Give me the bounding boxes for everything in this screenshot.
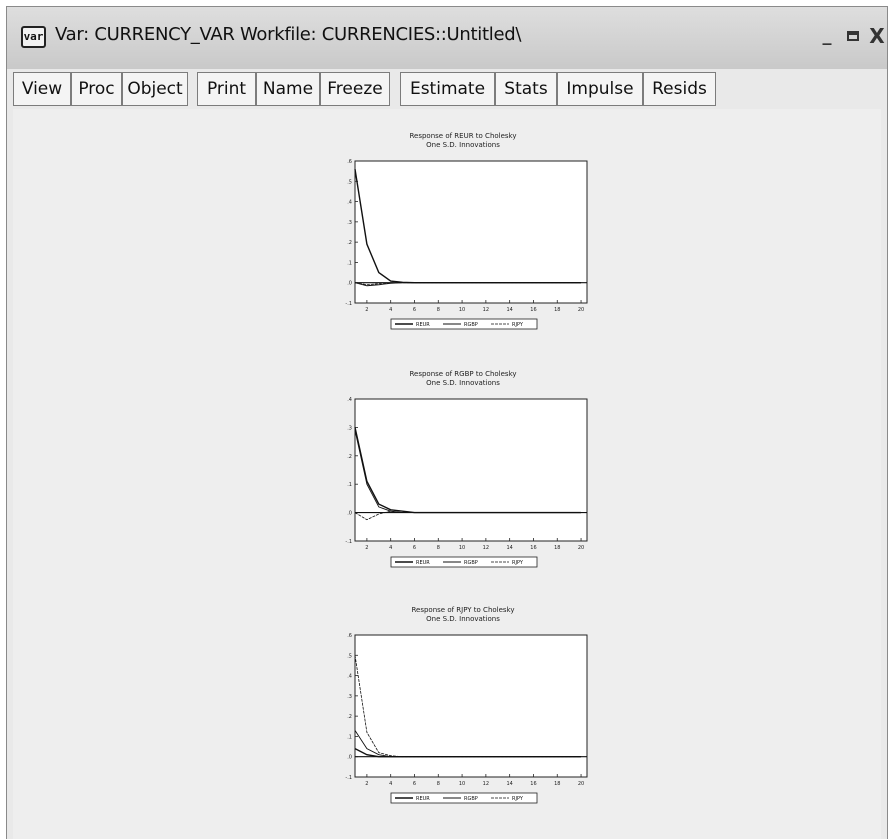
chart-svg: .6 .5 .4 .3 .2 .1 .0 -.1 2 4 6 8 10 12 14 16 18 20 REUR RGB… — [345, 159, 588, 330]
x-tick-label: 6 — [413, 545, 416, 551]
legend-label: RJPY — [512, 796, 524, 802]
legend-label: RJPY — [512, 322, 524, 328]
close-button[interactable]: X — [865, 24, 889, 48]
y-tick-label: .4 — [347, 200, 352, 206]
var-window: var Var: CURRENCY_VAR Workfile: CURRENCI… — [6, 6, 888, 839]
y-tick-label: .0 — [347, 281, 352, 287]
x-tick-label: 18 — [554, 545, 560, 551]
plot-frame — [354, 160, 588, 304]
y-tick-label: .1 — [347, 482, 352, 488]
title-bar[interactable]: var Var: CURRENCY_VAR Workfile: CURRENCI… — [7, 7, 887, 69]
chart-rjpy: Response of RJPY to Cholesky One S.D. In… — [313, 605, 613, 820]
maximize-icon — [847, 31, 859, 41]
y-tick-label: .4 — [347, 397, 352, 403]
y-tick-label: .3 — [347, 694, 352, 700]
y-tick-label: .2 — [347, 454, 352, 460]
minimize-button[interactable]: _ — [815, 24, 839, 48]
freeze-button[interactable]: Freeze — [320, 72, 390, 106]
chart-reur: Response of REUR to Cholesky One S.D. In… — [313, 131, 613, 346]
legend-label: RJPY — [512, 560, 524, 566]
name-button[interactable]: Name — [256, 72, 320, 106]
estimate-button[interactable]: Estimate — [400, 72, 495, 106]
graph-area: Response of REUR to Cholesky One S.D. In… — [13, 109, 881, 839]
proc-button[interactable]: Proc — [71, 72, 122, 106]
y-tick-label: .6 — [347, 633, 352, 639]
chart-rgbp: Response of RGBP to Cholesky One S.D. In… — [313, 369, 613, 584]
x-tick-label: 8 — [437, 781, 440, 787]
x-tick-label: 14 — [506, 307, 512, 313]
y-tick-label: .0 — [347, 511, 352, 517]
legend-label: RGBP — [464, 796, 478, 802]
x-tick-label: 12 — [483, 307, 489, 313]
x-tick-label: 14 — [506, 545, 512, 551]
y-tick-label: -.1 — [345, 301, 352, 307]
maximize-button[interactable] — [841, 24, 865, 48]
x-tick-label: 8 — [437, 307, 440, 313]
x-tick-label: 16 — [530, 781, 536, 787]
y-tick-label: .3 — [347, 425, 352, 431]
x-tick-label: 18 — [554, 307, 560, 313]
legend-label: REUR — [416, 560, 430, 566]
legend-label: RGBP — [464, 560, 478, 566]
x-tick-label: 10 — [459, 307, 465, 313]
chart-svg: .6 .5 .4 .3 .2 .1 .0 -.1 2 4 6 8 10 12 14 16 18 20 REUR RGB… — [345, 633, 588, 804]
legend-label: REUR — [416, 322, 430, 328]
x-tick-label: 6 — [413, 307, 416, 313]
x-tick-label: 2 — [365, 307, 368, 313]
y-tick-label: -.1 — [345, 539, 352, 545]
window-title: Var: CURRENCY_VAR Workfile: CURRENCIES::… — [55, 24, 522, 45]
x-tick-label: 16 — [530, 307, 536, 313]
x-tick-label: 20 — [578, 781, 584, 787]
x-tick-label: 12 — [483, 545, 489, 551]
y-tick-label: .3 — [347, 220, 352, 226]
y-tick-label: .1 — [347, 734, 352, 740]
legend-label: REUR — [416, 796, 430, 802]
y-tick-label: .5 — [347, 179, 352, 185]
view-button[interactable]: View — [13, 72, 71, 106]
x-tick-label: 6 — [413, 781, 416, 787]
x-tick-label: 16 — [530, 545, 536, 551]
impulse-button[interactable]: Impulse — [557, 72, 643, 106]
x-tick-label: 4 — [389, 307, 392, 313]
toolbar: View Proc Object Print Name Freeze Estim… — [13, 72, 881, 106]
x-tick-label: 2 — [365, 545, 368, 551]
y-tick-label: .6 — [347, 159, 352, 165]
legend-label: RGBP — [464, 322, 478, 328]
y-tick-label: .1 — [347, 260, 352, 266]
x-tick-label: 4 — [389, 545, 392, 551]
x-tick-label: 4 — [389, 781, 392, 787]
y-tick-label: .4 — [347, 674, 352, 680]
y-tick-label: .2 — [347, 714, 352, 720]
x-tick-label: 10 — [459, 545, 465, 551]
y-tick-label: .5 — [347, 653, 352, 659]
x-tick-label: 8 — [437, 545, 440, 551]
x-tick-label: 18 — [554, 781, 560, 787]
plot-frame — [354, 398, 588, 542]
chart-svg: .4 .3 .2 .1 .0 -.1 2 4 6 8 10 12 14 16 18 20 REUR RGBP RJP… — [345, 397, 588, 568]
x-tick-label: 20 — [578, 307, 584, 313]
var-icon: var — [21, 26, 46, 48]
stats-button[interactable]: Stats — [495, 72, 557, 106]
x-tick-label: 14 — [506, 781, 512, 787]
x-tick-label: 2 — [365, 781, 368, 787]
resids-button[interactable]: Resids — [643, 72, 716, 106]
y-tick-label: .0 — [347, 755, 352, 761]
object-button[interactable]: Object — [122, 72, 188, 106]
x-tick-label: 10 — [459, 781, 465, 787]
x-tick-label: 12 — [483, 781, 489, 787]
x-tick-label: 20 — [578, 545, 584, 551]
print-button[interactable]: Print — [197, 72, 256, 106]
y-tick-label: .2 — [347, 240, 352, 246]
y-tick-label: -.1 — [345, 775, 352, 781]
